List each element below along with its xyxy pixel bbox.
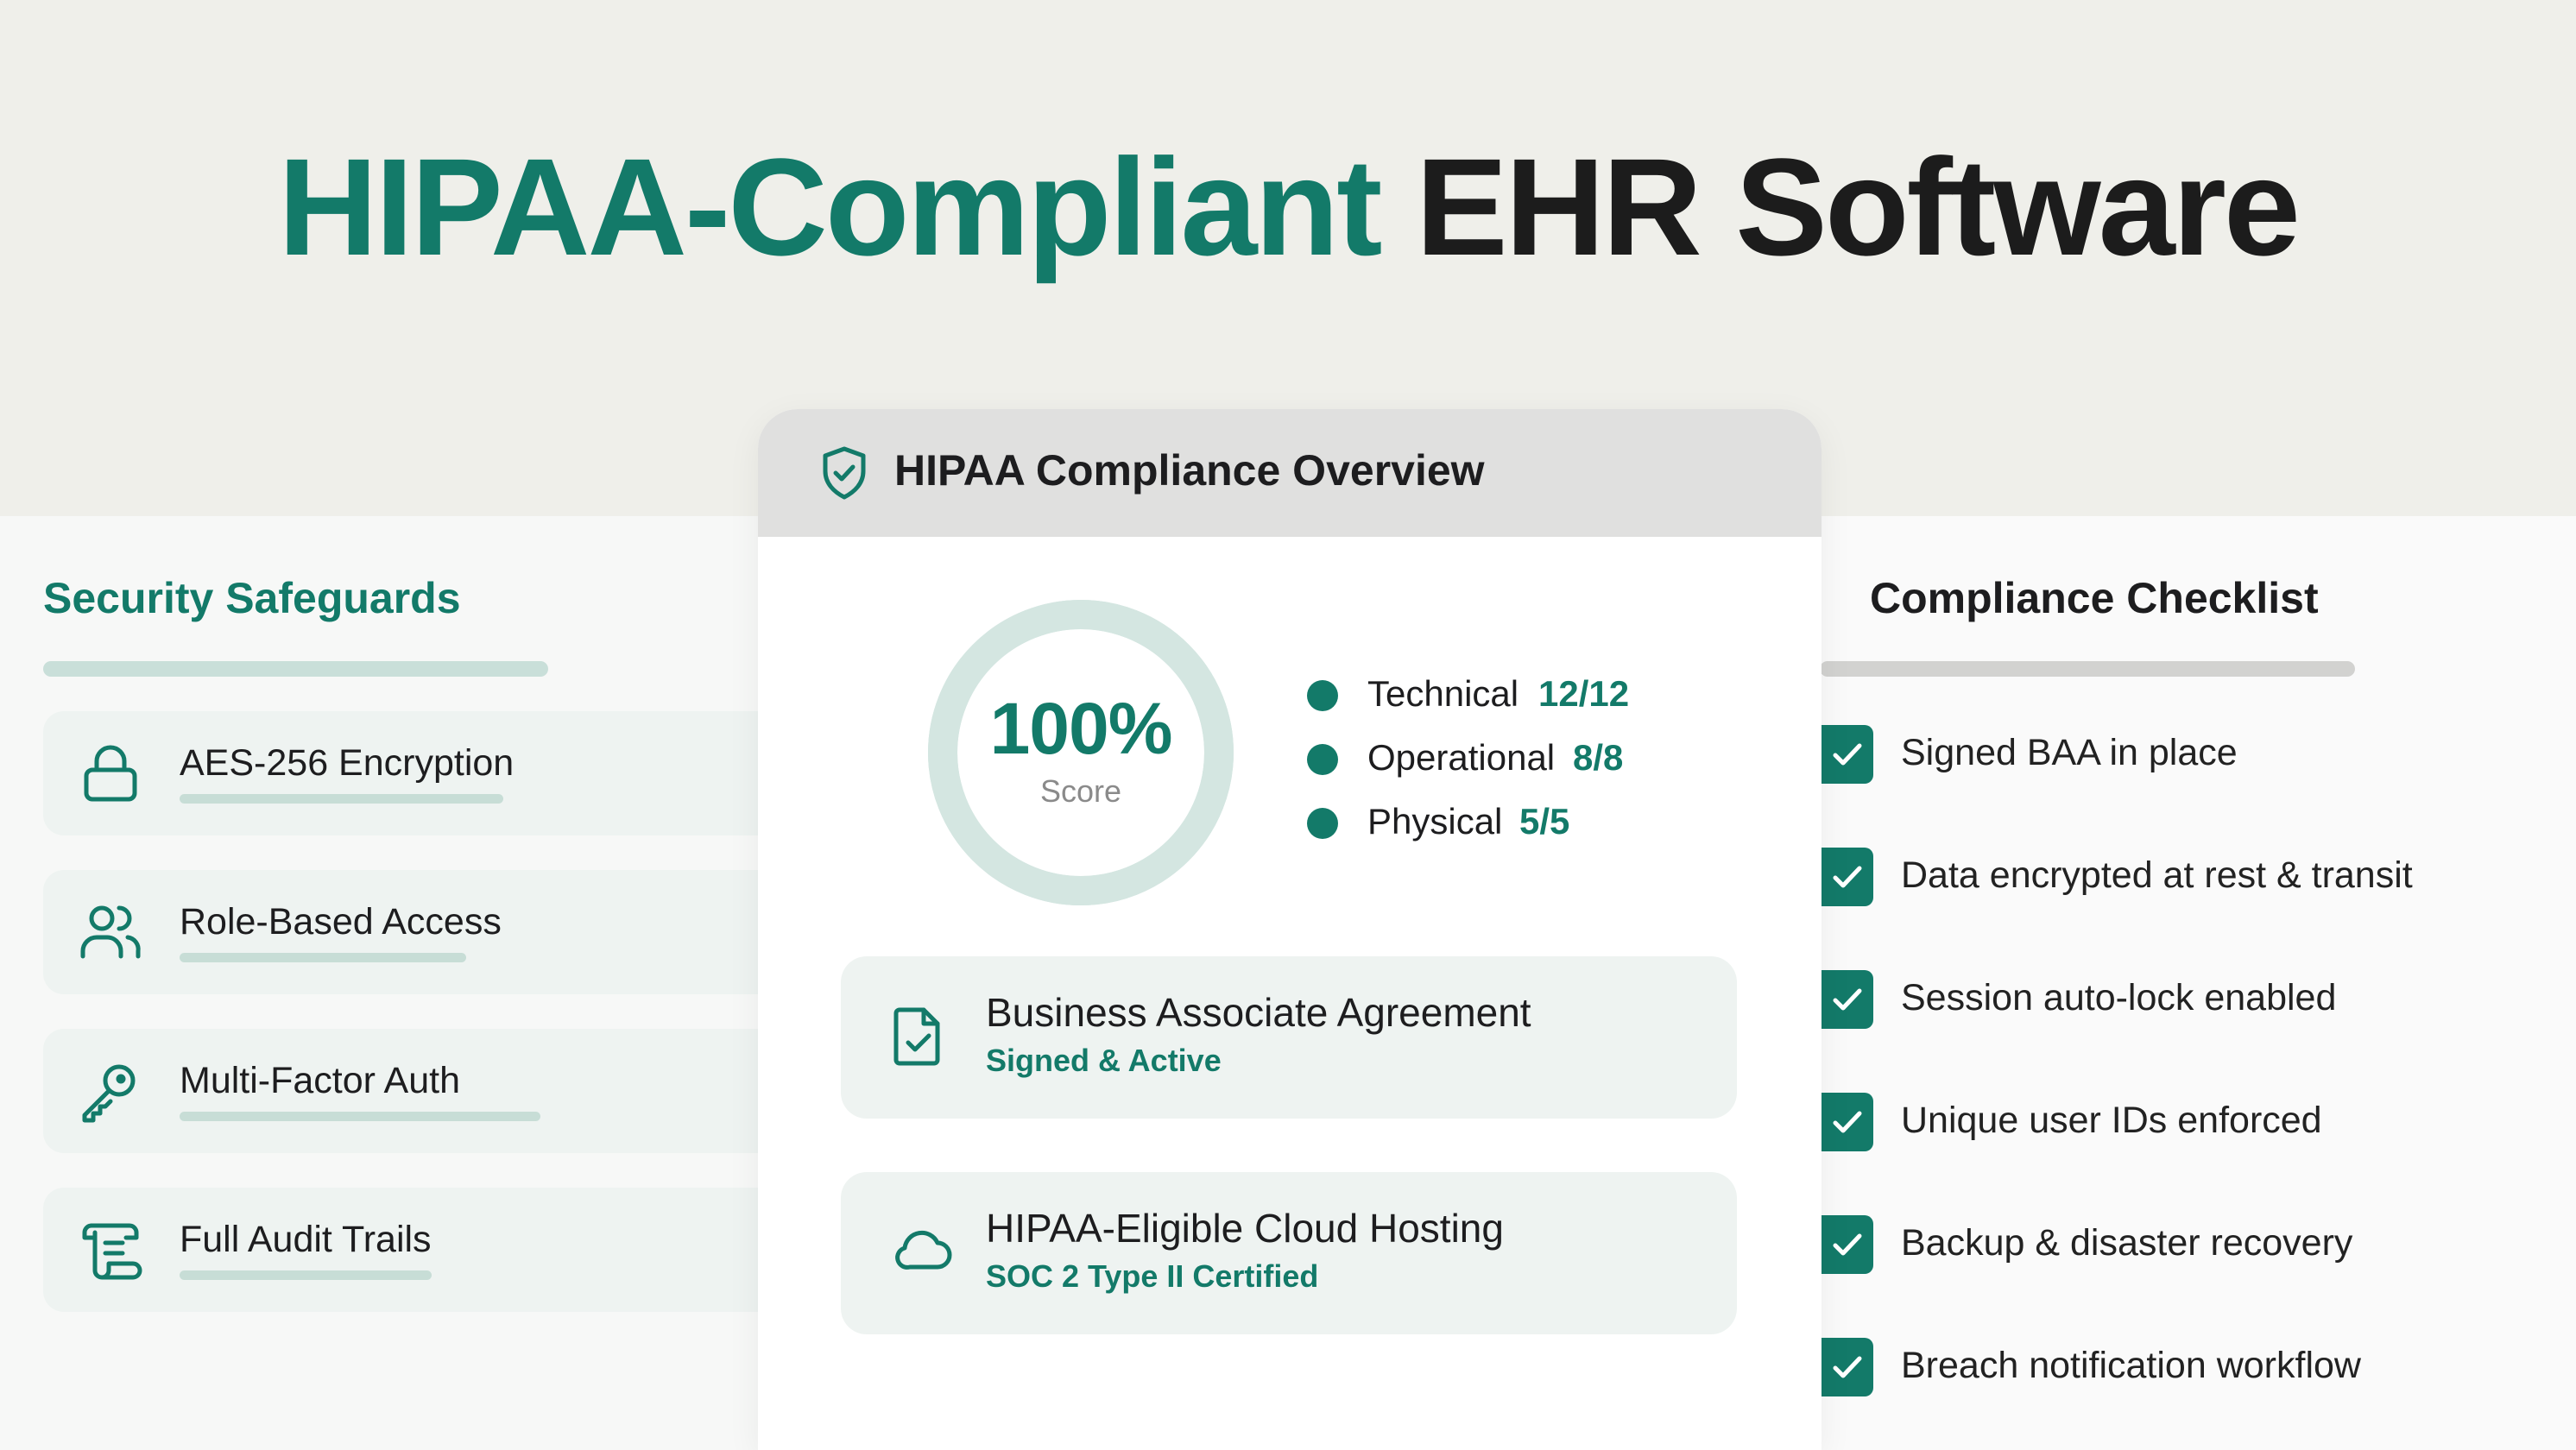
check-icon — [1833, 866, 1862, 888]
legend-dot — [1307, 808, 1338, 839]
checkbox-checked[interactable] — [1820, 1093, 1873, 1151]
score-value: 100% — [989, 688, 1173, 769]
checklist-item-label: Signed BAA in place — [1901, 732, 2238, 773]
safeguard-label: AES-256 Encryption — [180, 742, 515, 784]
check-icon — [1833, 1356, 1862, 1378]
legend-label: Operational — [1367, 737, 1556, 778]
checklist-item-label: Backup & disaster recovery — [1901, 1222, 2353, 1264]
users-icon — [78, 899, 143, 965]
checklist-item-label: Session auto-lock enabled — [1901, 977, 2337, 1018]
security-safeguards-divider — [43, 661, 548, 677]
compliance-checklist-divider — [1820, 661, 2355, 677]
security-safeguards-title: Security Safeguards — [43, 574, 461, 622]
page-title: HIPAA-Compliant EHR Software — [0, 129, 2576, 285]
legend-value: 8/8 — [1573, 737, 1624, 778]
compliance-checklist-panel: Compliance Checklist Signed BAA in place… — [1820, 516, 2576, 1450]
checklist-item-label: Unique user IDs enforced — [1901, 1100, 2322, 1141]
page-title-accent: HIPAA-Compliant — [278, 129, 1382, 284]
compliance-overview-card: HIPAA Compliance Overview 100% Score Tec… — [758, 409, 1822, 1450]
legend-label: Technical — [1367, 673, 1519, 714]
checkbox-checked[interactable] — [1820, 848, 1873, 906]
check-icon — [1833, 1111, 1862, 1133]
checkbox-checked[interactable] — [1820, 1215, 1873, 1274]
legend-dot — [1307, 744, 1338, 775]
baa-status: Signed & Active — [986, 1043, 1222, 1078]
check-icon — [1833, 743, 1862, 766]
safeguard-underline — [180, 1112, 540, 1121]
checkbox-checked[interactable] — [1820, 1338, 1873, 1396]
key-icon — [78, 1058, 143, 1124]
checklist-item-label: Data encrypted at rest & transit — [1901, 854, 2413, 896]
card-title: HIPAA Compliance Overview — [894, 446, 1485, 495]
lock-icon — [78, 741, 143, 806]
safeguard-label: Role-Based Access — [180, 901, 502, 942]
shield-check-icon — [820, 445, 868, 505]
safeguard-underline — [180, 1270, 432, 1280]
card-header: HIPAA Compliance Overview — [758, 409, 1822, 537]
checkbox-checked[interactable] — [1820, 970, 1873, 1029]
security-safeguards-panel: Security Safeguards AES-256 Encryption R… — [0, 516, 760, 1450]
legend-dot — [1307, 680, 1338, 711]
cloud-icon — [893, 1220, 953, 1285]
checklist-item[interactable]: Data encrypted at rest & transit — [1820, 848, 2576, 908]
safeguard-item-encryption[interactable]: AES-256 Encryption — [43, 711, 760, 835]
checklist-item[interactable]: Backup & disaster recovery — [1820, 1215, 2576, 1276]
safeguard-label: Multi-Factor Auth — [180, 1060, 460, 1101]
cloud-hosting-certification: SOC 2 Type II Certified — [986, 1258, 1319, 1294]
checklist-item[interactable]: Breach notification workflow — [1820, 1338, 2576, 1398]
check-icon — [1833, 1233, 1862, 1256]
checklist-item[interactable]: Unique user IDs enforced — [1820, 1093, 2576, 1153]
document-check-icon — [893, 1005, 944, 1071]
safeguard-label: Full Audit Trails — [180, 1219, 432, 1260]
checklist-item[interactable]: Signed BAA in place — [1820, 725, 2576, 785]
check-icon — [1833, 988, 1862, 1011]
safeguard-item-role-access[interactable]: Role-Based Access — [43, 870, 760, 994]
compliance-checklist-title: Compliance Checklist — [1870, 574, 2319, 622]
score-caption: Score — [1039, 773, 1122, 809]
checklist-item[interactable]: Session auto-lock enabled — [1820, 970, 2576, 1031]
checkbox-checked[interactable] — [1820, 725, 1873, 784]
checklist-item-label: Breach notification workflow — [1901, 1345, 2361, 1386]
legend-value: 12/12 — [1538, 673, 1630, 714]
safeguard-underline — [180, 794, 503, 804]
page-title-rest: EHR Software — [1415, 129, 2301, 284]
safeguard-item-audit[interactable]: Full Audit Trails — [43, 1188, 760, 1312]
scroll-icon — [78, 1217, 143, 1283]
legend-value: 5/5 — [1519, 801, 1570, 842]
baa-status-card[interactable]: Business Associate Agreement Signed & Ac… — [841, 956, 1737, 1119]
cloud-hosting-card[interactable]: HIPAA-Eligible Cloud Hosting SOC 2 Type … — [841, 1172, 1737, 1334]
legend-label: Physical — [1367, 801, 1503, 842]
cloud-hosting-title: HIPAA-Eligible Cloud Hosting — [986, 1206, 1504, 1251]
safeguard-underline — [180, 953, 466, 962]
safeguard-item-mfa[interactable]: Multi-Factor Auth — [43, 1029, 760, 1153]
baa-title: Business Associate Agreement — [986, 990, 1531, 1035]
